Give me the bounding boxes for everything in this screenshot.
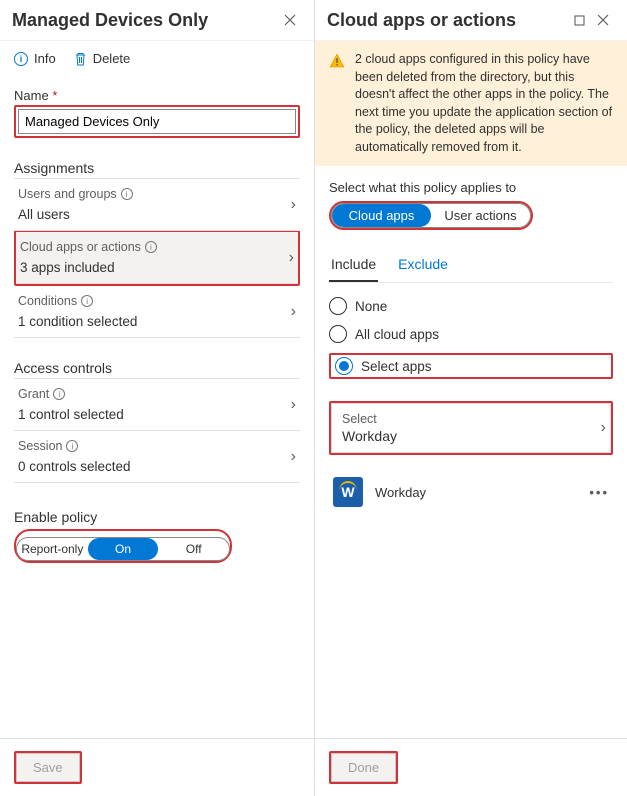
select-apps-highlight: Select apps — [329, 353, 613, 379]
select-apps-box[interactable]: Select Workday › — [331, 403, 611, 453]
enable-policy-highlight: Report-only On Off — [14, 529, 232, 563]
name-field-highlight: ✓ — [14, 105, 300, 138]
right-body: Select what this policy applies to Cloud… — [315, 166, 627, 738]
radio-none[interactable]: None — [329, 297, 613, 315]
close-icon[interactable] — [278, 8, 302, 32]
cloud-apps-panel: Cloud apps or actions 2 cloud apps confi… — [315, 0, 627, 796]
delete-label: Delete — [93, 51, 131, 66]
cloud-apps-value: 3 apps included — [20, 260, 294, 275]
conditions-value: 1 condition selected — [18, 314, 296, 329]
info-icon: i — [66, 440, 78, 452]
users-groups-value: All users — [18, 207, 296, 222]
warning-text: 2 cloud apps configured in this policy h… — [355, 51, 613, 156]
users-groups-label: Users and groups — [18, 187, 117, 201]
delete-button[interactable]: Delete — [74, 51, 131, 66]
enable-policy-label: Enable policy — [14, 509, 300, 525]
name-label: Name * — [14, 88, 300, 103]
info-icon: i — [53, 388, 65, 400]
policy-panel: Managed Devices Only i Info Delete Name … — [0, 0, 315, 796]
chevron-right-icon: › — [289, 249, 294, 267]
info-button[interactable]: i Info — [14, 51, 56, 66]
access-controls-header: Access controls — [14, 360, 300, 379]
radio-select-apps[interactable]: Select apps — [331, 355, 611, 377]
chevron-right-icon: › — [291, 396, 296, 414]
chevron-right-icon: › — [291, 196, 296, 214]
radio-icon — [335, 357, 353, 375]
radio-all-cloud-apps[interactable]: All cloud apps — [329, 325, 613, 343]
session-label: Session — [18, 439, 62, 453]
row-grant[interactable]: Grant i 1 control selected › — [14, 379, 300, 431]
pill-user-actions[interactable]: User actions — [431, 204, 530, 227]
enable-policy-toggle[interactable]: Report-only On Off — [16, 537, 230, 561]
right-title: Cloud apps or actions — [327, 10, 567, 31]
toggle-off[interactable]: Off — [158, 538, 229, 560]
assignments-header: Assignments — [14, 160, 300, 179]
radio-icon — [329, 325, 347, 343]
right-header: Cloud apps or actions — [315, 0, 627, 41]
trash-icon — [74, 52, 87, 66]
left-footer: Save — [0, 738, 314, 796]
row-conditions[interactable]: Conditions i 1 condition selected › — [14, 286, 300, 338]
warning-banner: 2 cloud apps configured in this policy h… — [315, 41, 627, 166]
radio-icon — [329, 297, 347, 315]
cloud-apps-highlight: Cloud apps or actions i 3 apps included … — [14, 230, 300, 286]
cloud-apps-label: Cloud apps or actions — [20, 240, 141, 254]
info-icon: i — [81, 295, 93, 307]
right-footer: Done — [315, 738, 627, 796]
app-row-workday: W Workday ••• — [329, 465, 613, 519]
left-title: Managed Devices Only — [12, 10, 278, 31]
radio-select-label: Select apps — [361, 359, 432, 374]
conditions-label: Conditions — [18, 294, 77, 308]
session-value: 0 controls selected — [18, 459, 296, 474]
row-users-groups[interactable]: Users and groups i All users › — [14, 179, 300, 231]
toggle-report-only[interactable]: Report-only — [17, 538, 88, 560]
info-icon: i — [121, 188, 133, 200]
select-box-label: Select — [342, 412, 600, 426]
row-cloud-apps[interactable]: Cloud apps or actions i 3 apps included … — [16, 232, 298, 284]
grant-label: Grant — [18, 387, 49, 401]
close-icon[interactable] — [591, 8, 615, 32]
select-box-value: Workday — [342, 428, 600, 444]
applies-highlight: Cloud apps User actions — [329, 201, 533, 230]
left-body: Name * ✓ Assignments Users and groups i … — [0, 76, 314, 738]
radio-none-label: None — [355, 299, 387, 314]
include-exclude-tabs: Include Exclude — [329, 248, 613, 283]
maximize-icon[interactable] — [567, 8, 591, 32]
policy-name-input[interactable] — [18, 109, 296, 134]
app-more-icon[interactable]: ••• — [589, 485, 609, 500]
workday-icon: W — [333, 477, 363, 507]
apps-radio-group: None All cloud apps Select apps — [329, 297, 613, 379]
toggle-on[interactable]: On — [88, 538, 159, 560]
toolbar: i Info Delete — [0, 41, 314, 76]
done-button[interactable]: Done — [331, 753, 396, 782]
tab-include[interactable]: Include — [329, 248, 378, 282]
done-highlight: Done — [329, 751, 398, 784]
required-mark: * — [52, 88, 57, 103]
chevron-right-icon: › — [291, 448, 296, 466]
applies-to-label: Select what this policy applies to — [329, 180, 613, 195]
app-name: Workday — [375, 485, 426, 500]
warning-icon — [329, 53, 345, 69]
pill-cloud-apps[interactable]: Cloud apps — [332, 204, 431, 227]
save-highlight: Save — [14, 751, 82, 784]
tab-exclude[interactable]: Exclude — [396, 248, 450, 282]
radio-all-label: All cloud apps — [355, 327, 439, 342]
chevron-right-icon: › — [291, 303, 296, 321]
left-header: Managed Devices Only — [0, 0, 314, 41]
info-label: Info — [34, 51, 56, 66]
row-session[interactable]: Session i 0 controls selected › — [14, 431, 300, 483]
info-icon: i — [145, 241, 157, 253]
grant-value: 1 control selected — [18, 407, 296, 422]
applies-toggle[interactable]: Cloud apps User actions — [331, 203, 531, 228]
info-icon: i — [14, 52, 28, 66]
chevron-right-icon: › — [601, 419, 606, 437]
select-box-highlight: Select Workday › — [329, 401, 613, 455]
save-button[interactable]: Save — [16, 753, 80, 782]
